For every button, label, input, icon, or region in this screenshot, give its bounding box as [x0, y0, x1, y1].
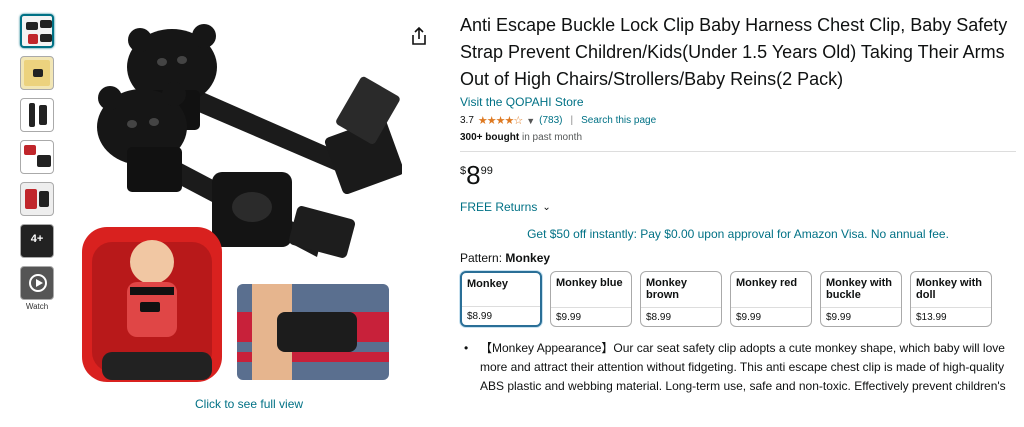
promo-link[interactable]: Get $50 off instantly: Pay $0.00 upon ap…: [460, 227, 1016, 241]
price-fraction: 99: [480, 165, 493, 177]
thumbnail-video[interactable]: [20, 266, 54, 300]
thumbnail-1[interactable]: [20, 14, 54, 48]
pattern-option-monkey-brown[interactable]: Monkey brown $8.99: [640, 271, 722, 327]
play-icon: [29, 274, 47, 292]
separator: |: [570, 115, 574, 126]
product-title: Anti Escape Buckle Lock Clip Baby Harnes…: [460, 15, 1008, 89]
store-link[interactable]: Visit the QOPAHI Store: [460, 95, 584, 109]
bought-count: 300+ bought in past month: [460, 132, 1020, 143]
option-name: Monkey red: [736, 277, 798, 289]
bought-count-suffix: in past month: [519, 132, 582, 143]
search-page-link[interactable]: Search this page: [581, 115, 656, 126]
thumbnail-3[interactable]: [20, 98, 54, 132]
pattern-option-monkey-blue[interactable]: Monkey blue $9.99: [550, 271, 632, 327]
pattern-option-monkey[interactable]: Monkey $8.99: [460, 271, 542, 327]
option-name: Monkey brown: [646, 277, 687, 301]
bought-count-bold: 300+ bought: [460, 132, 520, 143]
chevron-down-icon[interactable]: ▼: [526, 116, 535, 126]
thumbnail-5[interactable]: [20, 182, 54, 216]
price-whole: 8: [466, 160, 481, 190]
feature-bullets: 【Monkey Appearance】Our car seat safety c…: [460, 339, 1020, 396]
pattern-options: Monkey $8.99 Monkey blue $9.99 Monkey br…: [460, 271, 1020, 327]
buckle-bottom: [212, 172, 356, 258]
thumbnail-strip: 4+ Watch: [20, 14, 56, 311]
pattern-option-monkey-with-doll[interactable]: Monkey with doll $13.99: [910, 271, 992, 327]
inset-closeup-photo: [237, 284, 389, 380]
rating-row: 3.7 ★★★★☆ ▼ (783) | Search this page: [460, 114, 1020, 127]
free-returns-label: FREE Returns: [460, 200, 538, 214]
thumbnail-4[interactable]: [20, 140, 54, 174]
pattern-label-text: Pattern:: [460, 251, 503, 265]
share-icon[interactable]: [410, 26, 428, 46]
option-price: $9.99: [731, 307, 811, 326]
pattern-selected-value: Monkey: [505, 251, 551, 265]
chevron-down-icon: ⌄: [542, 201, 551, 213]
see-full-view-link[interactable]: Click to see full view: [195, 397, 303, 411]
divider: [460, 151, 1016, 152]
star-rating-icon[interactable]: ★★★★☆: [478, 114, 523, 127]
price: $ 8 99: [460, 162, 1020, 188]
option-price: $8.99: [641, 307, 721, 326]
watch-label: Watch: [25, 302, 49, 311]
product-details: Anti Escape Buckle Lock Clip Baby Harnes…: [460, 12, 1020, 396]
main-product-image[interactable]: [62, 12, 402, 392]
option-price: $9.99: [551, 307, 631, 326]
option-name: Monkey: [467, 278, 508, 290]
option-price: $8.99: [462, 306, 540, 325]
thumbnail-6[interactable]: 4+: [20, 224, 54, 258]
pattern-option-monkey-red[interactable]: Monkey red $9.99: [730, 271, 812, 327]
option-name: Monkey blue: [556, 277, 623, 289]
buckle-top: [324, 76, 402, 195]
monkey-clip-bottom: [97, 82, 187, 192]
feature-bullet: 【Monkey Appearance】Our car seat safety c…: [460, 339, 1020, 396]
option-price: $9.99: [821, 307, 901, 326]
free-returns-link[interactable]: FREE Returns ⌄: [460, 200, 1020, 214]
review-count-link[interactable]: (783): [539, 115, 562, 126]
option-name: Monkey with buckle: [826, 277, 893, 301]
more-images-count: 4+: [30, 233, 44, 245]
rating-value: 3.7: [460, 115, 474, 126]
pattern-option-monkey-with-buckle[interactable]: Monkey with buckle $9.99: [820, 271, 902, 327]
pattern-label: Pattern: Monkey: [460, 251, 1020, 265]
car-seat-photo: [82, 227, 222, 382]
option-price: $13.99: [911, 307, 991, 326]
option-name: Monkey with doll: [916, 277, 983, 301]
thumbnail-2[interactable]: [20, 56, 54, 90]
